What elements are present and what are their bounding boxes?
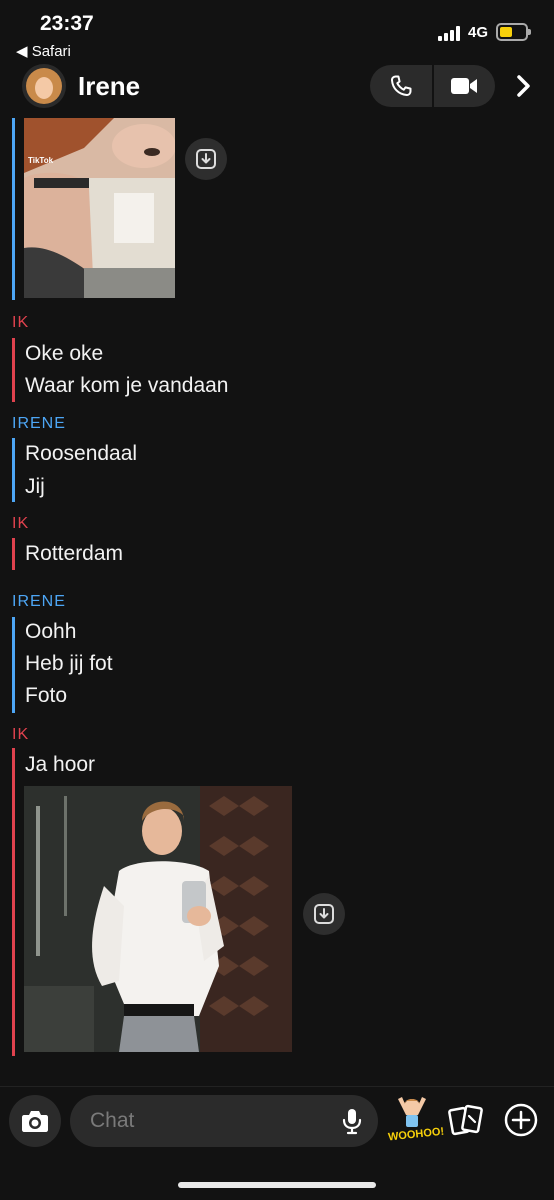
network-type: 4G — [468, 24, 489, 41]
cards-button[interactable] — [446, 1101, 486, 1141]
signal-strength-icon — [438, 25, 464, 41]
message-text: Heb jij fot — [25, 652, 113, 675]
received-photo-image — [24, 118, 175, 298]
message-text: Ja hoor — [25, 753, 96, 776]
bitmoji-sticker-button[interactable]: WOOHOO! — [388, 1093, 445, 1149]
save-photo-button[interactable] — [303, 893, 345, 935]
sender-label: IRENE — [12, 593, 66, 610]
chevron-right-icon — [517, 75, 530, 97]
sender-label: IRENE — [12, 415, 66, 432]
contact-avatar[interactable] — [22, 64, 66, 108]
my-message-bar — [12, 748, 15, 1056]
received-photo[interactable]: TikTok — [24, 118, 175, 298]
irene-message-bar — [12, 118, 15, 300]
camera-button[interactable] — [9, 1095, 61, 1147]
cards-icon — [448, 1104, 483, 1136]
my-message-bar — [12, 538, 15, 570]
download-icon — [314, 904, 334, 924]
camera-icon — [22, 1111, 48, 1132]
message-text: Roosendaal — [25, 442, 138, 465]
call-button-group — [370, 65, 495, 107]
sent-photo[interactable] — [24, 786, 292, 1052]
battery-icon — [496, 23, 531, 41]
home-indicator[interactable] — [178, 1182, 376, 1188]
sender-label: IK — [12, 515, 30, 532]
chat-placeholder: Chat — [90, 1109, 135, 1132]
message-text: Waar kom je vandaan — [25, 374, 229, 397]
status-time: 23:37 — [40, 12, 94, 35]
video-camera-icon — [451, 78, 477, 94]
voice-call-button[interactable] — [370, 65, 432, 107]
message-text: Rotterdam — [25, 542, 124, 565]
back-to-safari-link[interactable]: ◀ Safari — [16, 42, 71, 60]
message-text: Oohh — [25, 620, 77, 643]
plus-icon — [504, 1103, 538, 1137]
contact-name[interactable]: Irene — [78, 71, 140, 102]
chat-input[interactable]: Chat — [70, 1095, 378, 1147]
irene-message-bar — [12, 438, 15, 502]
sender-label: IK — [12, 314, 30, 331]
phone-icon — [390, 75, 412, 97]
message-text: Foto — [25, 684, 68, 707]
save-photo-button[interactable] — [185, 138, 227, 180]
message-text: Jij — [25, 475, 45, 498]
download-icon — [196, 149, 216, 169]
tiktok-watermark: TikTok — [28, 156, 54, 165]
message-text: Oke oke — [25, 342, 104, 365]
status-bar: 23:37 ◀ Safari 4G — [0, 0, 554, 62]
open-profile-button[interactable] — [510, 71, 538, 101]
my-message-bar — [12, 338, 15, 402]
video-call-button[interactable] — [433, 65, 495, 107]
microphone-icon[interactable] — [338, 1107, 366, 1135]
sender-label: IK — [12, 726, 30, 743]
add-button[interactable] — [502, 1101, 540, 1139]
irene-message-bar — [12, 617, 15, 713]
sent-photo-image — [24, 786, 292, 1052]
chat-header: Irene — [0, 62, 554, 112]
